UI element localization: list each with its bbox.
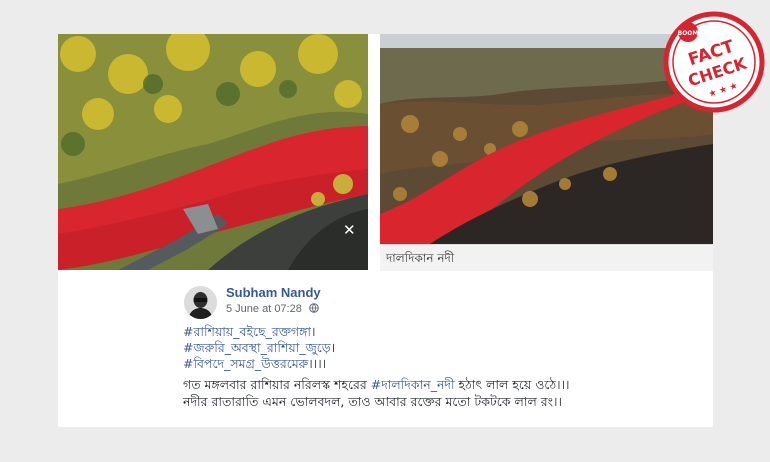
hashtag-tail: । [310,324,316,339]
avatar[interactable] [184,286,217,319]
fact-check-stamp: BOOM FACT CHECK ★ ★ ★ [662,10,766,114]
user-avatar-icon [184,286,217,319]
hashtag-line: #রাশিয়ায়_বইছে_রক্তগঙ্গা। [183,324,335,340]
photo-caption: দালদিকান নদী [386,251,455,265]
hashtag-link[interactable]: #বিপদে_সমগ্র_উত্তরমেরু [183,356,308,371]
hashtag-link[interactable]: #দালদিকান_নদী [371,377,455,392]
post-text-line: গত মঙ্গলবার রাশিয়ার নরিলস্ক শহরের #দালদ… [183,376,570,393]
hashtag-tail: । [330,340,336,355]
red-river-photo-left [58,34,368,270]
privacy-globe-icon [309,303,319,316]
post-photo-left[interactable] [58,34,368,270]
post-text-line: নদীর রাতারাতি এমন ভোলবদল, তাও আবার রক্তে… [183,394,562,409]
post-text-segment: হঠাৎ লাল হয়ে ওঠে।।। [454,377,570,392]
hashtag-line: #বিপদে_সমগ্র_উত্তরমেরু।।।। [183,356,335,372]
post-meta: 5 June at 07:28 [226,303,319,316]
post-text-segment: গত মঙ্গলবার রাশিয়ার নরিলস্ক শহরের [183,377,371,392]
hashtag-tail: ।।।। [308,356,327,371]
svg-text:BOOM: BOOM [678,30,699,37]
post-author[interactable]: Subham Nandy [226,285,321,300]
hashtag-link[interactable]: #জরুরি_অবস্থা_রাশিয়া_জুড়ে [183,340,331,355]
hashtag-line: #জরুরি_অবস্থা_রাশিয়া_জুড়ে। [183,340,335,356]
hashtag-link[interactable]: #রাশিয়ায়_বইছে_রক্তগঙ্গা [183,324,311,339]
photo-caption-bar: দালদিকান নদী [380,244,713,271]
post-timestamp[interactable]: 5 June at 07:28 [226,303,302,315]
fact-check-stamp-icon: BOOM FACT CHECK ★ ★ ★ [663,11,765,113]
post-body-text: গত মঙ্গলবার রাশিয়ার নরিলস্ক শহরের #দালদ… [183,376,570,410]
post-hashtags: #রাশিয়ায়_বইছে_রক্তগঙ্গা। #জরুরি_অবস্থা… [183,324,335,372]
close-icon[interactable]: ✕ [343,222,356,238]
